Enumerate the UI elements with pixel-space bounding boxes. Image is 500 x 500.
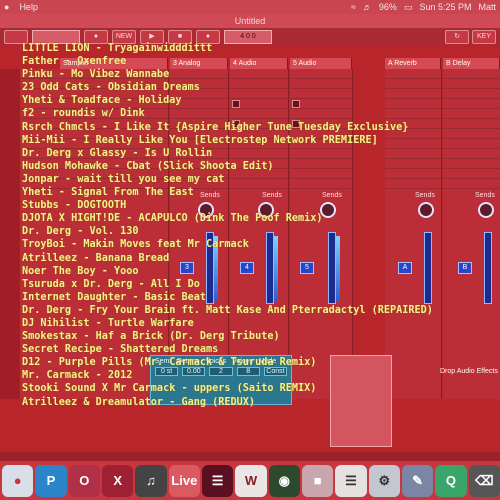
word-app-icon[interactable]: W [235,464,267,497]
window-title: Untitled [0,14,500,28]
trash-icon[interactable]: ⌫ [468,464,500,497]
ableton-live-icon[interactable]: Live [168,464,200,497]
tracklist-item: Atrilleez - Banana Bread [22,252,170,264]
tracklist-item: LITTLE LION - Tryagainwidddittt [22,43,213,54]
system-preferences-icon[interactable]: ⚙ [368,464,400,497]
stacked-app-icon[interactable]: ☰ [201,464,234,497]
tracklist-item: Noer The Boy - Yooo [22,265,139,277]
app-o-icon[interactable]: O [68,464,100,497]
menu-bar: ● Help ≈ ♬ 96% ▭ Sun 5:25 PM Matt [0,0,500,14]
tracklist-item: Dr. Derg - Fry Your Brain ft. Matt Kase … [22,304,433,316]
wifi-icon[interactable]: ≈ [351,2,356,12]
app-x-icon[interactable]: X [101,464,134,497]
game-app-icon[interactable]: ◉ [268,464,300,497]
tracklist-item: D12 - Purple Pills (Mr. Carmack & Tsurud… [22,357,317,369]
tracklist-item: Tsuruda x Dr. Derg - All I Do [22,278,200,290]
tracklist-item: Yheti - Signal From The East [22,187,194,199]
apple-icon[interactable]: ● [4,2,9,12]
tracklist-item: Rsrch Chmcls - I Like It {Aspire Higher … [22,121,409,133]
quicktime-app-icon[interactable]: Q [435,464,467,497]
tracklist-item: f2 - roundis w/ Dink [22,108,145,120]
scene-launch-column[interactable] [0,69,20,399]
user-name[interactable]: Matt [478,2,496,12]
tracklist-item: 23 Odd Cats - Obsidian Dreams [22,82,200,94]
tracklist-item: Dr. Derg - Vol. 130 [22,226,139,238]
tracklist-item: TroyBoi - Makin Moves feat Mr Carmack [22,239,249,251]
volume-icon[interactable]: ♬ [363,2,372,12]
photo-app-icon[interactable]: ■ [301,464,334,497]
tracklist-item: Stubbs - DOGTOOTH [22,200,127,212]
tracklist-overlay: LITTLE LION - Tryagainwidddittt Father -… [22,42,482,409]
tracklist-item: DJ Nihilist - Turtle Warfare [22,317,194,329]
menu-help[interactable]: Help [19,2,38,12]
tracklist-item: Secret Recipe - Shattered Dreams [22,344,219,356]
list-app-icon[interactable]: ☰ [335,464,367,497]
tracklist-item: Dr. Derg x Glassy - Is U Rollin [22,147,213,159]
tracklist-item: Pinku - Mo Vibez Wannabe [22,69,170,81]
dock: ● P O X ♫ Live ☰ W ◉ ■ ☰ ⚙ ✎ Q ⌫ [0,461,500,500]
midi-keyboard-icon[interactable]: ♫ [135,464,167,497]
tracklist-item: DJOTA X HIGHT!DE - ACAPULCO (Dink The Po… [22,213,323,225]
volume-fader[interactable] [484,232,492,304]
battery-icon[interactable]: ▭ [404,2,413,13]
clock[interactable]: Sun 5:25 PM [419,2,471,12]
tracklist-item: Internet Daughter - Basic Beat [22,291,207,303]
tracklist-item: Mii-Mii - I Really Like You [Electrostep… [22,134,378,146]
tracklist-item: Mr. Carmack - 2012 [22,370,133,382]
tracklist-item: Father - Oxenfree [22,56,127,68]
record-app-icon[interactable]: ● [2,464,34,497]
tracklist-item: Atrilleez & Dreamulator - Gang (REDUX) [22,396,256,408]
app-p-icon[interactable]: P [35,464,67,497]
notes-app-icon[interactable]: ✎ [401,464,434,497]
tracklist-item: Hudson Mohawke - Cbat (Slick Shoota Edit… [22,160,274,172]
tracklist-item: Yheti & Toadface - Holiday [22,95,182,107]
tracklist-item: Stooki Sound X Mr Carmack - uppers (Sait… [22,383,317,395]
tracklist-item: Smokestax - Haf a Brick (Dr. Derg Tribut… [22,331,280,343]
battery-percent[interactable]: 96% [379,2,397,12]
tracklist-item: Jonpar - wait till you see my cat [22,173,225,185]
